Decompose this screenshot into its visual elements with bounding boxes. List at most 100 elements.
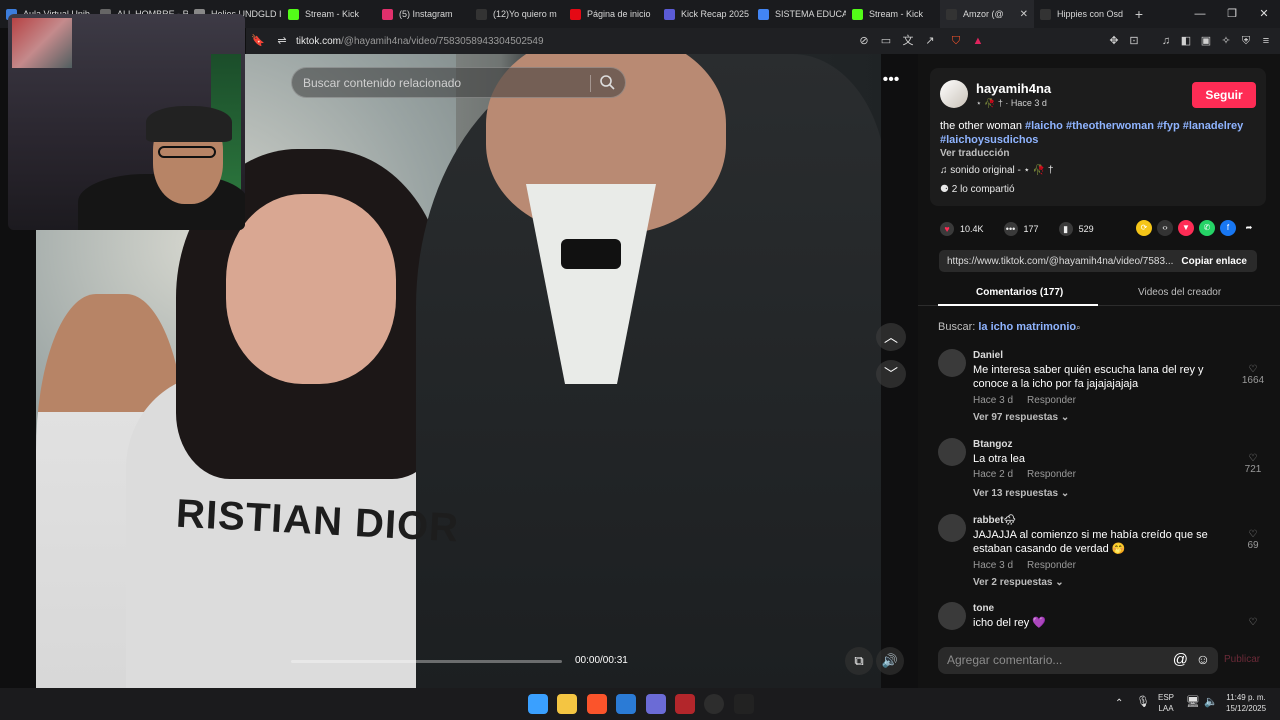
avatar[interactable] — [938, 438, 966, 466]
view-replies-button[interactable]: Ver 2 respuestas ⌄ — [973, 577, 1064, 588]
publish-button[interactable]: Publicar — [1224, 654, 1260, 665]
tab-comments[interactable]: Comentarios (177) — [976, 287, 1063, 298]
video-progress-bar[interactable] — [291, 660, 562, 663]
url-field[interactable]: tiktok.com/@hayamih4na/video/75830589433… — [296, 36, 544, 47]
send-icon[interactable]: ▼ — [1178, 220, 1194, 236]
no-cast-icon[interactable]: ⊘ — [856, 33, 872, 49]
emoji-icon[interactable]: ☺ — [1196, 651, 1210, 667]
comment-input[interactable]: Agregar comentario... @ ☺ — [938, 647, 1218, 674]
language-indicator[interactable]: ESP LAA — [1158, 692, 1174, 714]
minimize-icon[interactable]: — — [1184, 0, 1216, 28]
avatar[interactable] — [940, 80, 968, 108]
browser-tab[interactable]: Stream - Kick — [282, 0, 376, 28]
chevron-up-icon[interactable]: ︿ — [876, 323, 906, 351]
brave-shield-icon[interactable]: ⛉ — [948, 33, 964, 49]
obs-icon[interactable] — [704, 694, 724, 714]
hashtag-link[interactable]: #laicho — [1025, 120, 1063, 132]
music-note-icon: ♫ — [940, 165, 951, 176]
network-icon[interactable]: 🖥 — [1186, 697, 1200, 708]
comment-like-button[interactable]: ♡ 1664 — [1238, 364, 1268, 386]
username[interactable]: hayamih4na — [976, 81, 1051, 96]
mention-icon[interactable]: @ — [1173, 651, 1188, 668]
search-suggestion[interactable]: Buscar: la icho matrimonio⌕ — [938, 321, 1081, 333]
comment-like-button[interactable]: ♡ 69 — [1238, 529, 1268, 551]
save-button[interactable]: ▮ 529 — [1058, 222, 1094, 236]
game-icon[interactable] — [646, 694, 666, 714]
reply-button[interactable]: Responder — [1027, 395, 1076, 406]
comment-author[interactable]: Btangoz — [973, 439, 1012, 450]
store-icon[interactable] — [616, 694, 636, 714]
maximize-icon[interactable]: ❐ — [1216, 0, 1248, 28]
new-tab-button[interactable]: + — [1128, 6, 1150, 22]
site-info-icon[interactable]: ⇌ — [274, 33, 290, 49]
ai-assistant-icon[interactable]: ✧ — [1218, 33, 1234, 49]
share-icon[interactable]: ↗ — [922, 33, 938, 49]
search-icon[interactable] — [599, 74, 615, 90]
repost-icon[interactable]: ⟳ — [1136, 220, 1152, 236]
translate-link[interactable]: Ver traducción — [940, 148, 1009, 159]
tab-creator-videos[interactable]: Videos del creador — [1138, 287, 1221, 298]
avatar[interactable] — [938, 514, 966, 542]
sound-link[interactable]: ♫ sonido original - ⋆ 🥀 † — [940, 165, 1053, 176]
comment-author[interactable]: rabbet🌧 — [973, 515, 1016, 526]
browser-tab-active[interactable]: Amzor (@ ✕ — [940, 0, 1034, 28]
volume-icon[interactable]: 🔊 — [876, 647, 904, 675]
avatar[interactable] — [938, 349, 966, 377]
voicemeeter-icon[interactable] — [675, 694, 695, 714]
follow-button[interactable]: Seguir — [1192, 82, 1256, 108]
related-search-input[interactable]: Buscar contenido relacionado — [291, 67, 626, 98]
shared-by[interactable]: ⚈ 2 lo compartió — [940, 184, 1015, 195]
browser-tab[interactable]: (12)Yo quiero m — [470, 0, 564, 28]
bookmark-icon[interactable]: 🔖 — [250, 33, 266, 49]
screenshot-icon[interactable]: ⊡ — [1126, 33, 1142, 49]
close-window-icon[interactable]: ✕ — [1248, 0, 1280, 28]
comment-author[interactable]: Daniel — [973, 350, 1003, 361]
comment-like-button[interactable]: ♡ 721 — [1238, 453, 1268, 475]
browser-tab[interactable]: Kick Recap 2025 — [658, 0, 752, 28]
view-replies-button[interactable]: Ver 13 respuestas ⌄ — [973, 488, 1069, 499]
wallet-icon[interactable]: ▣ — [1198, 33, 1214, 49]
reply-button[interactable]: Responder — [1027, 560, 1076, 571]
comment-button[interactable]: ••• 177 — [1003, 222, 1039, 236]
pip-icon[interactable]: ⧉ — [845, 647, 873, 675]
clock[interactable]: 11:49 p. m. 15/12/2025 — [1226, 692, 1266, 714]
hashtag-link[interactable]: #lanadelrey — [1183, 120, 1244, 132]
brave-icon[interactable] — [587, 694, 607, 714]
close-tab-icon[interactable]: ✕ — [1020, 9, 1028, 20]
browser-tab[interactable]: Página de inicio — [564, 0, 658, 28]
translate-icon[interactable]: 文 — [900, 33, 916, 49]
hashtag-link[interactable]: #theotherwoman — [1066, 120, 1154, 132]
vpn-icon[interactable]: ⛨ — [1238, 33, 1254, 49]
browser-tab[interactable]: Hippies con Osd — [1034, 0, 1128, 28]
reply-button[interactable]: Responder — [1027, 469, 1076, 480]
music-icon[interactable]: ♫ — [1158, 33, 1174, 49]
whatsapp-icon[interactable]: ✆ — [1199, 220, 1215, 236]
more-options-icon[interactable]: ••• — [876, 67, 906, 95]
start-icon[interactable] — [528, 694, 548, 714]
microphone-icon[interactable]: 🎙 — [1136, 697, 1150, 708]
menu-icon[interactable]: ≡ — [1258, 33, 1274, 49]
copy-link-button[interactable]: Copiar enlace — [1181, 256, 1247, 267]
sidebar-icon[interactable]: ◧ — [1178, 33, 1194, 49]
share-arrow-icon[interactable]: ➦ — [1241, 220, 1257, 236]
volume-tray-icon[interactable]: 🔈 — [1204, 697, 1218, 708]
brave-rewards-icon[interactable]: ▲ — [970, 33, 986, 49]
hashtag-link[interactable]: #fyp — [1157, 120, 1180, 132]
avatar[interactable] — [938, 602, 966, 630]
epic-games-icon[interactable] — [734, 694, 754, 714]
browser-tab[interactable]: Stream - Kick — [846, 0, 940, 28]
hashtag-link[interactable]: #laichoysusdichos — [940, 134, 1038, 146]
cast-icon[interactable]: ▭ — [878, 33, 894, 49]
like-button[interactable]: ♥ 10.4K — [940, 222, 984, 236]
browser-tab[interactable]: SISTEMA EDUCAT — [752, 0, 846, 28]
browser-tab[interactable]: (5) Instagram — [376, 0, 470, 28]
facebook-icon[interactable]: f — [1220, 220, 1236, 236]
file-explorer-icon[interactable] — [557, 694, 577, 714]
chevron-down-icon[interactable]: ﹀ — [876, 360, 906, 388]
tray-chevron-icon[interactable]: ⌃ — [1115, 698, 1123, 709]
comment-author[interactable]: tone — [973, 603, 994, 614]
comment-like-button[interactable]: ♡ — [1238, 617, 1268, 628]
view-replies-button[interactable]: Ver 97 respuestas ⌄ — [973, 412, 1069, 423]
extensions-icon[interactable]: ✥ — [1106, 33, 1122, 49]
embed-icon[interactable]: ‹› — [1157, 220, 1173, 236]
